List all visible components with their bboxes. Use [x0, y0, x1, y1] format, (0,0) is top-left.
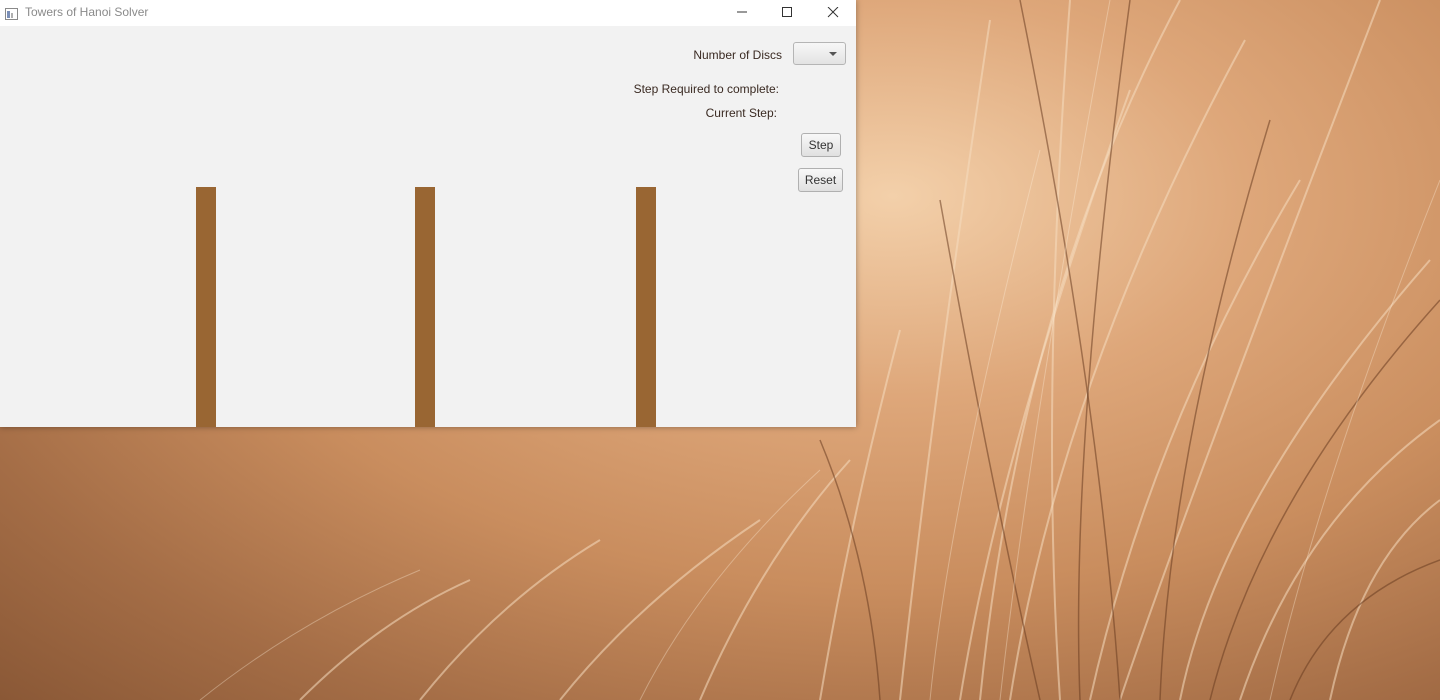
peg-right [636, 187, 656, 427]
peg-left [196, 187, 216, 427]
app-icon [5, 5, 18, 20]
window-titlebar[interactable]: Towers of Hanoi Solver [0, 0, 856, 26]
number-of-discs-label: Number of Discs [693, 48, 782, 62]
step-button[interactable]: Step [801, 133, 841, 157]
window-title: Towers of Hanoi Solver [25, 5, 149, 19]
maximize-icon [782, 7, 792, 17]
peg-middle [415, 187, 435, 427]
app-window: Towers of Hanoi Solver Number of Discs S… [0, 0, 856, 427]
close-icon [827, 7, 839, 18]
reset-button[interactable]: Reset [798, 168, 843, 192]
number-of-discs-select[interactable] [793, 42, 846, 65]
steps-required-label: Step Required to complete: [633, 82, 779, 96]
minimize-button[interactable] [719, 0, 765, 26]
current-step-label: Current Step: [705, 106, 777, 120]
minimize-icon [737, 11, 747, 13]
close-button[interactable] [810, 0, 856, 26]
chevron-down-icon [829, 52, 837, 56]
maximize-button[interactable] [764, 0, 810, 26]
